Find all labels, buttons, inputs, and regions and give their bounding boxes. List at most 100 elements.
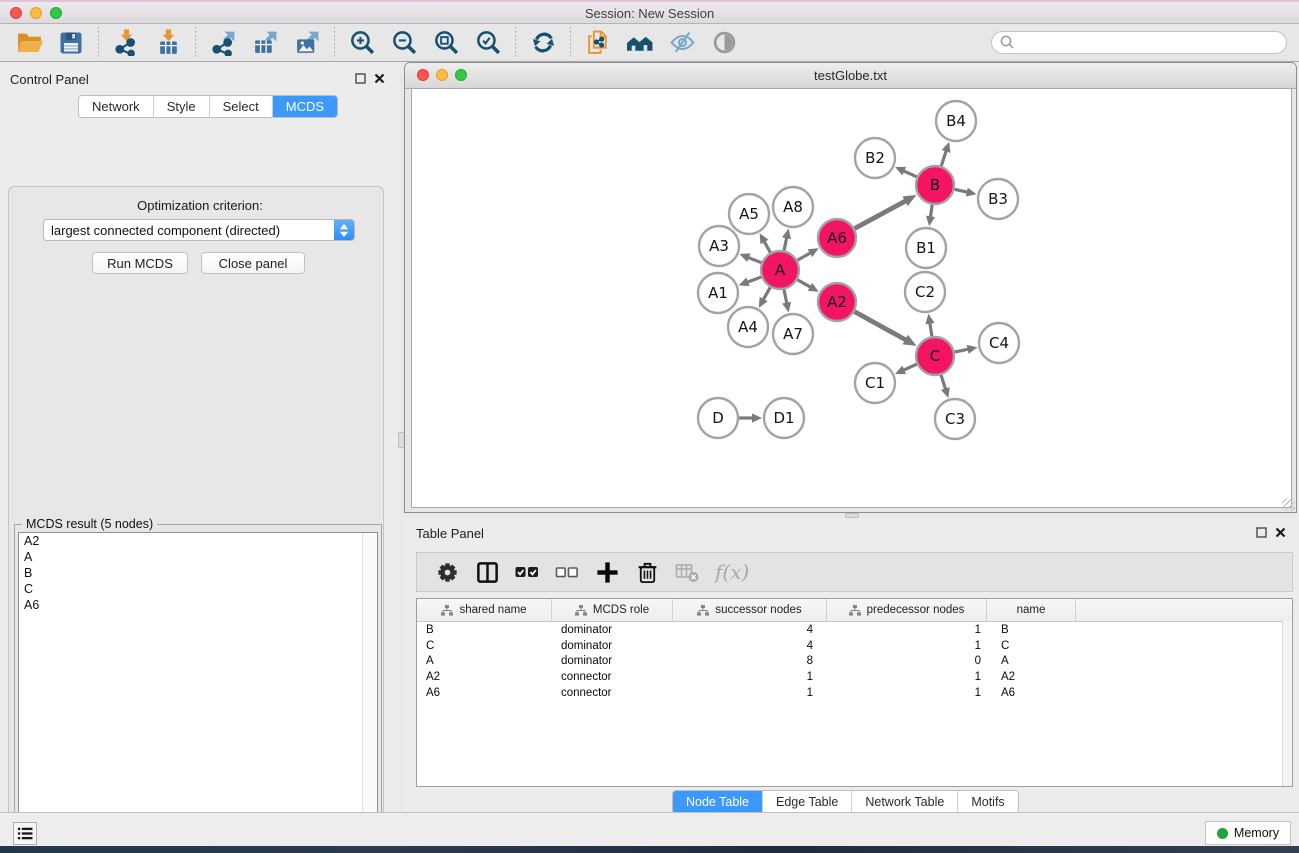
graph-edge[interactable] bbox=[747, 257, 761, 263]
table-cell[interactable]: dominator bbox=[552, 655, 673, 667]
table-cell[interactable]: A6 bbox=[417, 687, 552, 699]
export-network-icon[interactable] bbox=[208, 28, 238, 58]
run-mcds-button[interactable]: Run MCDS bbox=[92, 252, 188, 274]
column-header-name[interactable]: name bbox=[987, 599, 1076, 621]
graph-edge[interactable] bbox=[941, 150, 946, 166]
memory-button[interactable]: Memory bbox=[1205, 821, 1291, 845]
table-cell[interactable]: 4 bbox=[673, 640, 827, 652]
optimization-criterion-select[interactable]: largest connected component (directed) bbox=[43, 219, 355, 241]
table-cell[interactable]: 1 bbox=[673, 671, 827, 683]
graph-edge[interactable] bbox=[941, 375, 946, 390]
mcds-result-item[interactable]: A bbox=[19, 549, 377, 565]
tab-motifs[interactable]: Motifs bbox=[958, 791, 1017, 813]
duplicate-network-icon[interactable] bbox=[583, 28, 613, 58]
tab-edge-table[interactable]: Edge Table bbox=[763, 791, 852, 813]
refresh-icon[interactable] bbox=[528, 28, 558, 58]
mcds-result-item[interactable]: A6 bbox=[19, 597, 377, 613]
tab-mcds[interactable]: MCDS bbox=[273, 96, 337, 117]
table-cell[interactable]: 0 bbox=[827, 655, 987, 667]
float-panel-icon[interactable] bbox=[1256, 527, 1267, 538]
network-graph[interactable]: B4B2BB3A8A5A6A3B1AC2A1A2A4A7C4CC1C3DD1 bbox=[412, 89, 1293, 513]
zoom-selected-icon[interactable] bbox=[473, 28, 503, 58]
zoom-out-icon[interactable] bbox=[389, 28, 419, 58]
zoom-fit-icon[interactable] bbox=[431, 28, 461, 58]
table-settings-gear-icon[interactable] bbox=[432, 557, 462, 587]
table-row[interactable]: Cdominator41C bbox=[417, 638, 1292, 654]
save-session-icon[interactable] bbox=[56, 28, 86, 58]
table-cell[interactable]: C bbox=[417, 640, 552, 652]
graph-edge[interactable] bbox=[763, 287, 771, 300]
table-cell[interactable]: 1 bbox=[827, 687, 987, 699]
mcds-result-list[interactable]: A2ABCA6 bbox=[18, 532, 378, 853]
import-table-icon[interactable] bbox=[153, 28, 183, 58]
table-row[interactable]: Bdominator41B bbox=[417, 622, 1292, 638]
show-column-panel-icon[interactable] bbox=[472, 557, 502, 587]
show-eye-icon[interactable] bbox=[709, 28, 739, 58]
home-views-icon[interactable] bbox=[625, 28, 655, 58]
table-cell[interactable]: 4 bbox=[673, 624, 827, 636]
column-header-successor-nodes[interactable]: successor nodes bbox=[673, 599, 827, 621]
column-header-predecessor-nodes[interactable]: predecessor nodes bbox=[827, 599, 987, 621]
table-cell[interactable]: dominator bbox=[552, 640, 673, 652]
table-scrollbar[interactable] bbox=[1282, 621, 1292, 786]
search-input[interactable] bbox=[1016, 35, 1286, 51]
table-cell[interactable]: connector bbox=[552, 687, 673, 699]
tab-node-table[interactable]: Node Table bbox=[673, 791, 763, 813]
tab-style[interactable]: Style bbox=[154, 96, 210, 117]
select-all-columns-icon[interactable] bbox=[512, 557, 542, 587]
graph-edge[interactable] bbox=[930, 205, 932, 219]
table-cell[interactable]: B bbox=[987, 624, 1076, 636]
float-panel-icon[interactable] bbox=[355, 73, 366, 84]
close-panel-icon[interactable] bbox=[374, 73, 385, 84]
graph-edge[interactable] bbox=[764, 240, 771, 252]
show-task-history-button[interactable] bbox=[13, 822, 37, 845]
network-canvas[interactable]: B4B2BB3A8A5A6A3B1AC2A1A2A4A7C4CC1C3DD1 bbox=[411, 88, 1292, 508]
table-row[interactable]: Adominator80A bbox=[417, 653, 1292, 669]
mcds-result-item[interactable]: A2 bbox=[19, 533, 377, 549]
table-row[interactable]: A2connector11A2 bbox=[417, 669, 1292, 685]
close-panel-button[interactable]: Close panel bbox=[201, 252, 305, 274]
open-file-icon[interactable] bbox=[14, 28, 44, 58]
zoom-in-icon[interactable] bbox=[347, 28, 377, 58]
table-cell[interactable]: A bbox=[987, 655, 1076, 667]
graph-edge[interactable] bbox=[955, 349, 970, 352]
mcds-result-item[interactable]: C bbox=[19, 581, 377, 597]
table-row[interactable]: A6connector11A6 bbox=[417, 685, 1292, 701]
graph-edge[interactable] bbox=[797, 252, 811, 260]
table-cell[interactable]: 1 bbox=[673, 687, 827, 699]
graph-edge[interactable] bbox=[930, 322, 932, 337]
table-cell[interactable]: A2 bbox=[987, 671, 1076, 683]
table-cell[interactable]: dominator bbox=[552, 624, 673, 636]
close-panel-icon[interactable] bbox=[1275, 527, 1286, 538]
tab-network-table[interactable]: Network Table bbox=[852, 791, 958, 813]
export-table-icon[interactable] bbox=[250, 28, 280, 58]
search-field[interactable] bbox=[991, 31, 1287, 54]
table-cell[interactable]: connector bbox=[552, 671, 673, 683]
table-cell[interactable]: A bbox=[417, 655, 552, 667]
export-image-icon[interactable] bbox=[292, 28, 322, 58]
graph-edge[interactable] bbox=[855, 312, 907, 341]
network-window-titlebar[interactable]: testGlobe.txt bbox=[405, 63, 1296, 89]
graph-edge[interactable] bbox=[746, 277, 761, 283]
column-header-mcds-role[interactable]: MCDS role bbox=[552, 599, 673, 621]
table-cell[interactable]: 1 bbox=[827, 624, 987, 636]
graph-edge[interactable] bbox=[855, 200, 907, 228]
graph-edge[interactable] bbox=[955, 189, 969, 192]
column-header-shared-name[interactable]: shared name bbox=[417, 599, 552, 621]
tab-network[interactable]: Network bbox=[79, 96, 154, 117]
create-column-plus-icon[interactable] bbox=[592, 557, 622, 587]
result-list-scrollbar[interactable] bbox=[362, 533, 377, 853]
delete-column-trash-icon[interactable] bbox=[632, 557, 662, 587]
tab-select[interactable]: Select bbox=[210, 96, 273, 117]
table-cell[interactable]: 1 bbox=[827, 640, 987, 652]
unselect-all-columns-icon[interactable] bbox=[552, 557, 582, 587]
import-network-icon[interactable] bbox=[111, 28, 141, 58]
table-cell[interactable]: A2 bbox=[417, 671, 552, 683]
graph-edge[interactable] bbox=[784, 290, 787, 305]
table-cell[interactable]: 8 bbox=[673, 655, 827, 667]
mcds-result-item[interactable]: B bbox=[19, 565, 377, 581]
table-cell[interactable]: B bbox=[417, 624, 552, 636]
table-cell[interactable]: C bbox=[987, 640, 1076, 652]
graph-edge[interactable] bbox=[902, 170, 916, 176]
resize-grip-icon[interactable] bbox=[1282, 498, 1295, 511]
